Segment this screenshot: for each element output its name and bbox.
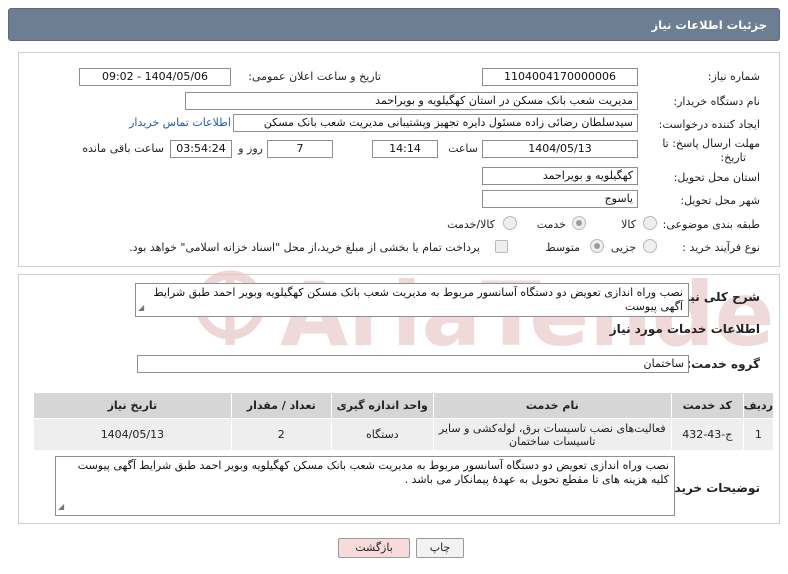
treasury-payment-checkbox[interactable] bbox=[495, 240, 508, 253]
summary-text: نصب وراه اندازی تعویض دو دستگاه آسانسور … bbox=[153, 286, 683, 313]
need-number-label: شماره نیاز: bbox=[707, 70, 760, 83]
cell-row-number: 1 bbox=[742, 418, 775, 451]
category-radio-goods[interactable] bbox=[643, 216, 657, 230]
col-service-code: کد خدمت bbox=[670, 392, 744, 419]
cell-unit: دستگاه bbox=[330, 418, 434, 451]
summary-textarea[interactable]: نصب وراه اندازی تعویض دو دستگاه آسانسور … bbox=[135, 283, 689, 317]
contact-buyer-link[interactable]: اطلاعات تماس خریدار bbox=[129, 116, 231, 129]
services-table: ردیف کد خدمت نام خدمت واحد اندازه گیری ت… bbox=[33, 392, 775, 451]
province-label: استان محل تحویل: bbox=[673, 171, 760, 184]
col-need-date: تاریخ نیاز bbox=[33, 392, 232, 419]
announce-label: تاریخ و ساعت اعلان عمومی: bbox=[248, 70, 381, 83]
back-button[interactable]: بازگشت bbox=[338, 538, 410, 558]
deadline-label-date: تاریخ: bbox=[720, 151, 746, 164]
col-service-name: نام خدمت bbox=[432, 392, 672, 419]
page-title: جزئیات اطلاعات نیاز bbox=[651, 17, 767, 32]
announce-field: 1404/05/06 - 09:02 bbox=[79, 68, 231, 86]
services-heading: اطلاعات خدمات مورد نیاز bbox=[609, 322, 760, 336]
resize-grip-icon[interactable]: ◢ bbox=[58, 500, 64, 514]
requester-label: ایجاد کننده درخواست: bbox=[658, 118, 760, 131]
print-button[interactable]: چاپ bbox=[416, 538, 464, 558]
category-option-service: خدمت bbox=[536, 218, 566, 231]
category-label: طبقه بندی موضوعی: bbox=[662, 218, 760, 231]
days-field: 7 bbox=[267, 140, 333, 158]
page-header: جزئیات اطلاعات نیاز bbox=[8, 8, 780, 41]
table-row: 1 ج-43-432 فعالیت‌های نصب تاسیسات برق، ل… bbox=[33, 418, 775, 451]
resize-grip-icon[interactable]: ◢ bbox=[138, 301, 144, 315]
table-header-row: ردیف کد خدمت نام خدمت واحد اندازه گیری ت… bbox=[33, 392, 775, 419]
cell-need-date: 1404/05/13 bbox=[33, 418, 232, 451]
buyer-notes-text: نصب وراه اندازی تعویض دو دستگاه آسانسور … bbox=[77, 459, 669, 486]
need-number-field: 1104004170000006 bbox=[482, 68, 638, 86]
category-option-goods-service: کالا/خدمت bbox=[447, 218, 495, 231]
col-quantity: تعداد / مقدار bbox=[230, 392, 332, 419]
service-group-label: گروه خدمت: bbox=[686, 357, 760, 371]
category-radio-service[interactable] bbox=[572, 216, 586, 230]
province-field: کهگیلویه و بویراحمد bbox=[482, 167, 638, 185]
service-group-field: ساختمان bbox=[137, 355, 689, 373]
deadline-date-field: 1404/05/13 bbox=[482, 140, 638, 158]
cell-service-name: فعالیت‌های نصب تاسیسات برق، لوله‌کشی و س… bbox=[432, 418, 672, 451]
remaining-label: ساعت باقی مانده bbox=[82, 142, 164, 155]
category-radio-goods-service[interactable] bbox=[503, 216, 517, 230]
buyer-org-label: نام دستگاه خریدار: bbox=[673, 95, 760, 108]
category-option-goods: کالا bbox=[621, 218, 636, 231]
process-radio-medium[interactable] bbox=[590, 239, 604, 253]
buyer-notes-textarea[interactable]: نصب وراه اندازی تعویض دو دستگاه آسانسور … bbox=[55, 456, 675, 516]
deadline-time-label: ساعت bbox=[448, 142, 478, 155]
process-type-label: نوع فرآیند خرید : bbox=[682, 241, 760, 254]
buyer-org-field: مدیریت شعب بانک مسکن در استان کهگیلویه و… bbox=[185, 92, 638, 110]
cell-quantity: 2 bbox=[230, 418, 332, 451]
treasury-payment-note: پرداخت تمام یا بخشی از مبلغ خرید،از محل … bbox=[129, 241, 480, 254]
process-option-medium: متوسط bbox=[545, 241, 580, 254]
process-radio-minor[interactable] bbox=[643, 239, 657, 253]
remaining-time-field: 03:54:24 bbox=[170, 140, 232, 158]
city-field: یاسوج bbox=[482, 190, 638, 208]
days-label: روز و bbox=[238, 142, 263, 155]
cell-service-code: ج-43-432 bbox=[670, 418, 744, 451]
requester-field: سیدسلطان رضائی زاده مسئول دایره تجهیز وپ… bbox=[233, 114, 638, 132]
city-label: شهر محل تحویل: bbox=[680, 194, 760, 207]
deadline-time-field: 14:14 bbox=[372, 140, 438, 158]
process-option-minor: جزیی bbox=[610, 241, 636, 254]
col-row-number: ردیف bbox=[742, 392, 775, 419]
deadline-label: مهلت ارسال پاسخ: تا bbox=[662, 137, 760, 150]
col-unit: واحد اندازه گیری bbox=[330, 392, 434, 419]
